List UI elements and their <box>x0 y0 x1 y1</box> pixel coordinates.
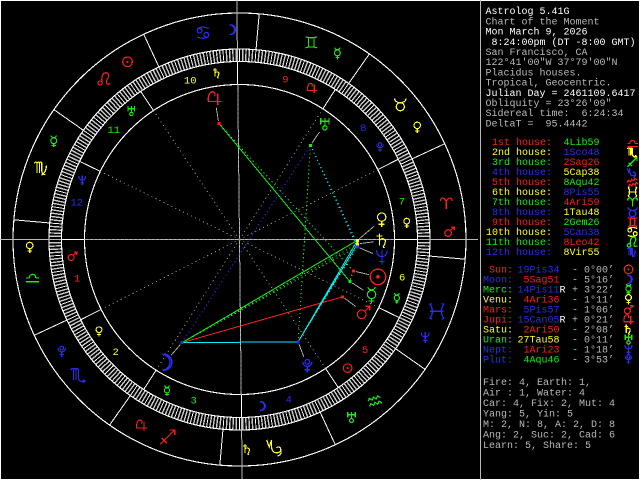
svg-text:Yang: 5, Yin: 5: Yang: 5, Yin: 5 <box>483 409 573 421</box>
svg-text:R: R <box>560 286 566 297</box>
svg-text:8Vir55: 8Vir55 <box>564 247 600 259</box>
svg-text:Ang: 2, Suc: 2, Cad: 6: Ang: 2, Suc: 2, Cad: 6 <box>483 430 615 442</box>
svg-text:Plut:: Plut: <box>483 355 513 367</box>
svg-text:1: 1 <box>74 274 80 286</box>
svg-text:Learn: 5, Share: 5: Learn: 5, Share: 5 <box>483 440 591 452</box>
svg-text:Fire: 4, Earth: 1,: Fire: 4, Earth: 1, <box>483 377 591 389</box>
svg-text:3: 3 <box>190 396 196 408</box>
svg-text:4Aqu46: 4Aqu46 <box>518 356 560 367</box>
svg-text:Julian Day = 2461109.6417: Julian Day = 2461109.6417 <box>486 88 636 100</box>
svg-text:Chart of the Moment: Chart of the Moment <box>486 16 600 28</box>
svg-text:- 3°53’: - 3°53’ <box>572 355 614 367</box>
svg-text:M: 2, N: 8, A: 2, D: 8: M: 2, N: 8, A: 2, D: 8 <box>483 420 615 431</box>
svg-text:Placidus houses.: Placidus houses. <box>486 67 582 79</box>
svg-text:4: 4 <box>286 395 292 407</box>
svg-text:12: 12 <box>70 197 83 209</box>
svg-text:9: 9 <box>282 74 288 86</box>
svg-text:6: 6 <box>399 273 405 285</box>
svg-text:Sidereal time: 6:24:34: Sidereal time: 6:24:34 <box>486 108 624 120</box>
svg-text:5: 5 <box>362 345 368 357</box>
svg-text:Car: 4, Fix: 2, Mut: 4: Car: 4, Fix: 2, Mut: 4 <box>483 398 615 410</box>
svg-text:Tropical, Geocentric.: Tropical, Geocentric. <box>486 78 612 90</box>
svg-text:Obliquity = 23°26'09": Obliquity = 23°26'09" <box>486 98 612 110</box>
svg-text:8:24:00pm (DT -8:00 GMT): 8:24:00pm (DT -8:00 GMT) <box>486 37 636 49</box>
svg-text:Astrolog 5.41G: Astrolog 5.41G <box>486 6 570 18</box>
svg-text:12th house:: 12th house: <box>486 247 552 259</box>
svg-text:Mon March 9, 2026: Mon March 9, 2026 <box>486 27 588 39</box>
svg-text:7: 7 <box>399 196 405 208</box>
svg-text:San Francisco, CA: San Francisco, CA <box>486 47 588 59</box>
svg-text:8: 8 <box>360 123 366 135</box>
svg-text:DeltaT = 95.4442: DeltaT = 95.4442 <box>486 118 588 130</box>
svg-text:R: R <box>560 316 566 327</box>
svg-text:2: 2 <box>113 347 119 359</box>
svg-text:122°41'00"W 37°79'00"N: 122°41'00"W 37°79'00"N <box>486 57 618 69</box>
svg-text:10: 10 <box>184 76 197 88</box>
svg-text:11: 11 <box>107 125 120 137</box>
svg-text:Air : 1, Water: 4: Air : 1, Water: 4 <box>483 388 585 400</box>
